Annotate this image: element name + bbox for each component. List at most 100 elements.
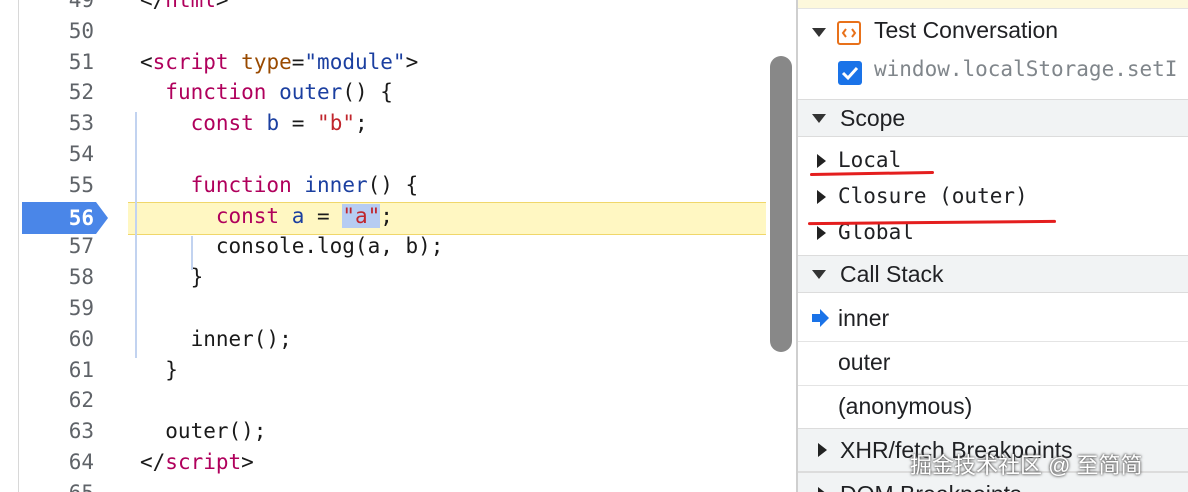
code-line[interactable]: 57 console.log(a, b);	[0, 231, 766, 262]
code-token: function	[165, 80, 267, 105]
call-stack-section-header[interactable]: Call Stack	[798, 255, 1188, 293]
code-line[interactable]: 62	[0, 385, 766, 416]
line-number[interactable]: 59	[24, 293, 94, 324]
code-token: <	[140, 49, 153, 74]
code-token: =	[304, 203, 343, 228]
code-text: </script>	[140, 447, 254, 478]
code-text: </html>	[140, 0, 229, 16]
watermark-text: 掘金技术社区 @ 至简简	[910, 453, 1143, 478]
code-line[interactable]: 60 inner();	[0, 324, 766, 355]
code-token: a	[291, 203, 305, 228]
code-line[interactable]: 63 outer();	[0, 416, 766, 447]
line-number[interactable]: 61	[24, 355, 94, 386]
code-line[interactable]: 51 <script type="module">	[0, 47, 766, 78]
chevron-right-icon[interactable]	[818, 443, 827, 457]
line-number[interactable]: 63	[24, 416, 94, 447]
panel-top-strip	[798, 0, 1188, 9]
checkbox-checked-icon[interactable]	[838, 61, 862, 85]
code-line[interactable]: 50	[0, 16, 766, 47]
code-token: const	[215, 203, 280, 228]
line-number[interactable]: 51	[24, 47, 94, 78]
row-divider	[798, 385, 1188, 386]
file-code-icon	[837, 21, 861, 45]
source-editor: 49 </html> 50 51 <script type="module"> 52 fu…	[0, 0, 766, 492]
code-token: </	[140, 0, 166, 12]
breakpoint-code-preview[interactable]: window.localStorage.setI	[874, 57, 1177, 81]
code-line[interactable]: 61 }	[0, 355, 766, 386]
code-text: <script type="module">	[140, 47, 418, 78]
line-number[interactable]: 50	[24, 16, 94, 47]
code-token: const	[190, 111, 254, 136]
code-text: }	[140, 262, 204, 293]
scope-section-header[interactable]: Scope	[798, 99, 1188, 137]
code-token: }	[140, 357, 178, 382]
code-line[interactable]: 58 }	[0, 262, 766, 293]
row-divider	[798, 341, 1188, 342]
code-line[interactable]: 65	[0, 478, 766, 492]
code-text: function outer() {	[140, 77, 393, 108]
line-number[interactable]: 54	[24, 139, 94, 170]
code-token: outer();	[140, 419, 267, 444]
chevron-down-icon[interactable]	[812, 114, 826, 123]
code-token: outer	[279, 80, 343, 105]
call-frame-anonymous[interactable]: (anonymous)	[838, 393, 972, 420]
code-token: type	[241, 49, 292, 74]
chevron-right-icon[interactable]	[818, 487, 827, 492]
breakpoint-file-name[interactable]: Test Conversation	[874, 17, 1058, 44]
code-token: function	[190, 172, 292, 197]
code-line[interactable]: const a = "a";	[0, 201, 766, 232]
code-token: html	[165, 0, 216, 12]
scope-item-local[interactable]: Local	[838, 148, 901, 172]
line-number[interactable]: 57	[24, 231, 94, 262]
call-frame-inner[interactable]: inner	[838, 305, 889, 332]
scope-item-closure[interactable]: Closure (outer)	[838, 184, 1028, 208]
code-token: script	[152, 49, 229, 74]
code-token: b	[266, 111, 280, 136]
chevron-right-icon[interactable]	[817, 190, 826, 204]
code-token: ;	[354, 111, 368, 136]
code-line[interactable]: 55 function inner() {	[0, 170, 766, 201]
line-number[interactable]: 64	[24, 447, 94, 478]
code-line[interactable]: 59	[0, 293, 766, 324]
chevron-right-icon[interactable]	[817, 154, 826, 168]
editor-scrollbar[interactable]	[770, 56, 792, 352]
code-token: }	[140, 265, 204, 290]
chevron-down-icon[interactable]	[812, 270, 826, 279]
code-line[interactable]: 54	[0, 139, 766, 170]
line-number[interactable]: 53	[24, 108, 94, 139]
code-token: ;	[380, 203, 393, 228]
debugger-sidebar: Test Conversation window.localStorage.se…	[798, 0, 1188, 492]
code-token: () {	[367, 172, 419, 197]
chevron-right-icon[interactable]	[817, 226, 826, 240]
code-token: inner();	[140, 326, 292, 351]
code-token: =	[291, 49, 305, 74]
code-text: }	[140, 355, 178, 386]
line-number[interactable]: 49	[24, 0, 94, 16]
code-line[interactable]: 64 </script>	[0, 447, 766, 478]
code-token: "module"	[304, 49, 406, 74]
code-line[interactable]: 49 </html>	[0, 0, 766, 16]
code-token: >	[405, 49, 419, 74]
line-number[interactable]: 62	[24, 385, 94, 416]
call-frame-outer[interactable]: outer	[838, 349, 890, 376]
chevron-down-icon[interactable]	[812, 28, 826, 37]
breakpoint-line-number[interactable]: 56	[20, 202, 94, 234]
call-stack-title: Call Stack	[840, 261, 944, 287]
line-number[interactable]: 65	[24, 478, 94, 492]
line-number[interactable]: 55	[24, 170, 94, 201]
code-line[interactable]: 53 const b = "b";	[0, 108, 766, 139]
code-token: "b"	[317, 111, 355, 136]
line-number[interactable]: 52	[24, 77, 94, 108]
line-number[interactable]: 60	[24, 324, 94, 355]
code-line[interactable]: 52 function outer() {	[0, 77, 766, 108]
line-number[interactable]: 58	[24, 262, 94, 293]
code-token: =	[279, 111, 318, 136]
code-token: "a"	[342, 203, 381, 228]
code-token: console.log(a, b);	[140, 234, 444, 259]
